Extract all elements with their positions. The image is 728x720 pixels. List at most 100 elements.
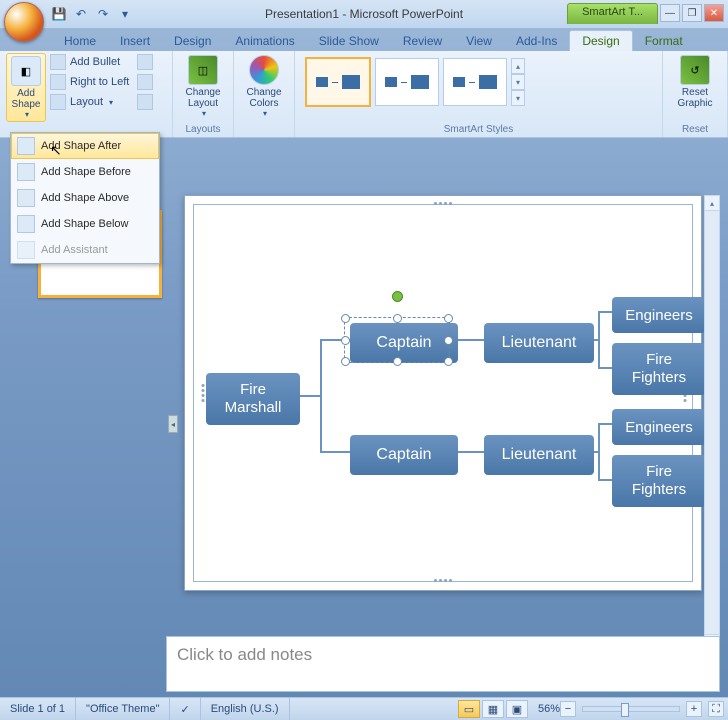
tab-design[interactable]: Design bbox=[162, 31, 223, 51]
redo-icon[interactable]: ↷ bbox=[94, 5, 112, 23]
connector bbox=[598, 423, 612, 425]
smartart-frame[interactable]: Fire Marshall Captain Captain Lieutenant… bbox=[193, 204, 693, 582]
spellcheck-icon[interactable]: ✓ bbox=[170, 698, 200, 720]
frame-handle-top[interactable] bbox=[432, 202, 454, 207]
sorter-view-button[interactable]: ▦ bbox=[482, 700, 504, 718]
add-bullet-label: Add Bullet bbox=[70, 56, 120, 68]
selection-handle[interactable] bbox=[341, 314, 350, 323]
menu-add-shape-after-label: Add Shape After bbox=[41, 140, 121, 152]
menu-add-shape-above-label: Add Shape Above bbox=[41, 192, 129, 204]
selection-outline bbox=[344, 317, 450, 363]
tab-smartart-design[interactable]: Design bbox=[569, 30, 632, 51]
slide-info: Slide 1 of 1 bbox=[0, 698, 76, 720]
promote-button[interactable] bbox=[135, 53, 155, 71]
text-pane-toggle-gutter: ◂ bbox=[166, 195, 178, 650]
tab-insert[interactable]: Insert bbox=[108, 31, 162, 51]
zoom-percent[interactable]: 56% bbox=[538, 703, 560, 715]
tab-home[interactable]: Home bbox=[52, 31, 108, 51]
reset-graphic-button[interactable]: ↺ Reset Graphic bbox=[669, 53, 721, 111]
layout-label: Layout bbox=[70, 96, 103, 108]
rtl-icon bbox=[50, 74, 66, 90]
language-indicator[interactable]: English (U.S.) bbox=[201, 698, 290, 720]
menu-add-assistant-label: Add Assistant bbox=[41, 244, 108, 256]
slide-canvas[interactable]: Fire Marshall Captain Captain Lieutenant… bbox=[184, 195, 702, 591]
reset-group-label: Reset bbox=[669, 124, 721, 135]
contextual-tools-label: SmartArt T... bbox=[567, 3, 658, 24]
node-lieutenant-1[interactable]: Lieutenant bbox=[484, 323, 594, 363]
zoom-in-button[interactable]: + bbox=[686, 701, 702, 717]
connector bbox=[320, 339, 322, 451]
reset-graphic-icon: ↺ bbox=[680, 55, 710, 85]
add-shape-button[interactable]: ◧ Add Shape bbox=[6, 53, 46, 122]
gallery-scroll-up[interactable]: ▴ bbox=[511, 58, 525, 74]
theme-name: "Office Theme" bbox=[76, 698, 170, 720]
gallery-more-button[interactable]: ▾ bbox=[511, 90, 525, 106]
qat-customize-icon[interactable]: ▾ bbox=[116, 5, 134, 23]
office-button[interactable] bbox=[4, 2, 44, 42]
frame-handle-bottom[interactable] bbox=[432, 579, 454, 584]
selection-handle[interactable] bbox=[444, 314, 453, 323]
frame-handle-left[interactable] bbox=[200, 382, 205, 404]
undo-icon[interactable]: ↶ bbox=[72, 5, 90, 23]
menu-add-shape-below[interactable]: Add Shape Below bbox=[11, 211, 159, 237]
selection-handle[interactable] bbox=[393, 357, 402, 366]
close-button[interactable]: ✕ bbox=[704, 4, 724, 22]
change-layout-button[interactable]: ◫ Change Layout bbox=[179, 53, 227, 120]
minimize-button[interactable]: — bbox=[660, 4, 680, 22]
save-icon[interactable]: 💾 bbox=[50, 5, 68, 23]
selection-handle[interactable] bbox=[341, 336, 350, 345]
notes-pane[interactable]: Click to add notes bbox=[166, 636, 720, 692]
tab-animations[interactable]: Animations bbox=[223, 31, 306, 51]
menu-add-shape-after[interactable]: Add Shape After bbox=[11, 133, 159, 159]
restore-button[interactable]: ❐ bbox=[682, 4, 702, 22]
fit-to-window-button[interactable]: ⛶ bbox=[708, 701, 724, 717]
quick-access-toolbar: 💾 ↶ ↷ ▾ bbox=[50, 5, 134, 23]
node-firefighters-2[interactable]: Fire Fighters bbox=[612, 455, 706, 507]
layout-button[interactable]: Layout bbox=[48, 93, 131, 111]
tab-view[interactable]: View bbox=[454, 31, 504, 51]
add-bullet-button[interactable]: Add Bullet bbox=[48, 53, 131, 71]
zoom-slider[interactable] bbox=[582, 706, 680, 712]
node-fire-marshall[interactable]: Fire Marshall bbox=[206, 373, 300, 425]
add-above-icon bbox=[17, 189, 35, 207]
node-engineers-2[interactable]: Engineers bbox=[612, 409, 706, 445]
right-to-left-button[interactable]: Right to Left bbox=[48, 73, 131, 91]
smartart-style-thumb-1[interactable] bbox=[305, 57, 371, 107]
node-captain-2[interactable]: Captain bbox=[350, 435, 458, 475]
normal-view-button[interactable]: ▭ bbox=[458, 700, 480, 718]
smartart-style-thumb-2[interactable] bbox=[375, 58, 439, 106]
zoom-out-button[interactable]: − bbox=[560, 701, 576, 717]
menu-add-assistant: Add Assistant bbox=[11, 237, 159, 263]
slide-editor: ◂ bbox=[166, 155, 720, 650]
slideshow-view-button[interactable]: ▣ bbox=[506, 700, 528, 718]
selection-handle[interactable] bbox=[341, 357, 350, 366]
rotation-handle[interactable] bbox=[392, 291, 403, 302]
tab-slideshow[interactable]: Slide Show bbox=[307, 31, 391, 51]
change-layout-label: Change Layout bbox=[185, 87, 220, 109]
change-colors-button[interactable]: Change Colors bbox=[240, 53, 288, 120]
text-pane-button[interactable] bbox=[135, 93, 155, 111]
selection-handle[interactable] bbox=[444, 336, 453, 345]
connector bbox=[598, 367, 612, 369]
tab-smartart-format[interactable]: Format bbox=[633, 31, 695, 51]
change-colors-label: Change Colors bbox=[246, 87, 281, 109]
demote-button[interactable] bbox=[135, 73, 155, 91]
tab-review[interactable]: Review bbox=[391, 31, 454, 51]
smartart-style-thumb-3[interactable] bbox=[443, 58, 507, 106]
selection-handle[interactable] bbox=[393, 314, 402, 323]
node-lieutenant-2[interactable]: Lieutenant bbox=[484, 435, 594, 475]
add-before-icon bbox=[17, 163, 35, 181]
text-pane-toggle-icon[interactable]: ◂ bbox=[168, 415, 178, 433]
connector bbox=[598, 479, 612, 481]
scroll-up-icon[interactable]: ▴ bbox=[705, 196, 719, 211]
zoom-slider-thumb[interactable] bbox=[621, 703, 629, 717]
menu-add-shape-before[interactable]: Add Shape Before bbox=[11, 159, 159, 185]
node-firefighters-1[interactable]: Fire Fighters bbox=[612, 343, 706, 395]
menu-add-shape-above[interactable]: Add Shape Above bbox=[11, 185, 159, 211]
selection-handle[interactable] bbox=[444, 357, 453, 366]
vertical-scrollbar[interactable]: ▴ ▾ bbox=[704, 195, 720, 650]
tab-addins[interactable]: Add-Ins bbox=[504, 31, 569, 51]
node-engineers-1[interactable]: Engineers bbox=[612, 297, 706, 333]
gallery-scroll-down[interactable]: ▾ bbox=[511, 74, 525, 90]
text-pane-icon bbox=[137, 94, 153, 110]
